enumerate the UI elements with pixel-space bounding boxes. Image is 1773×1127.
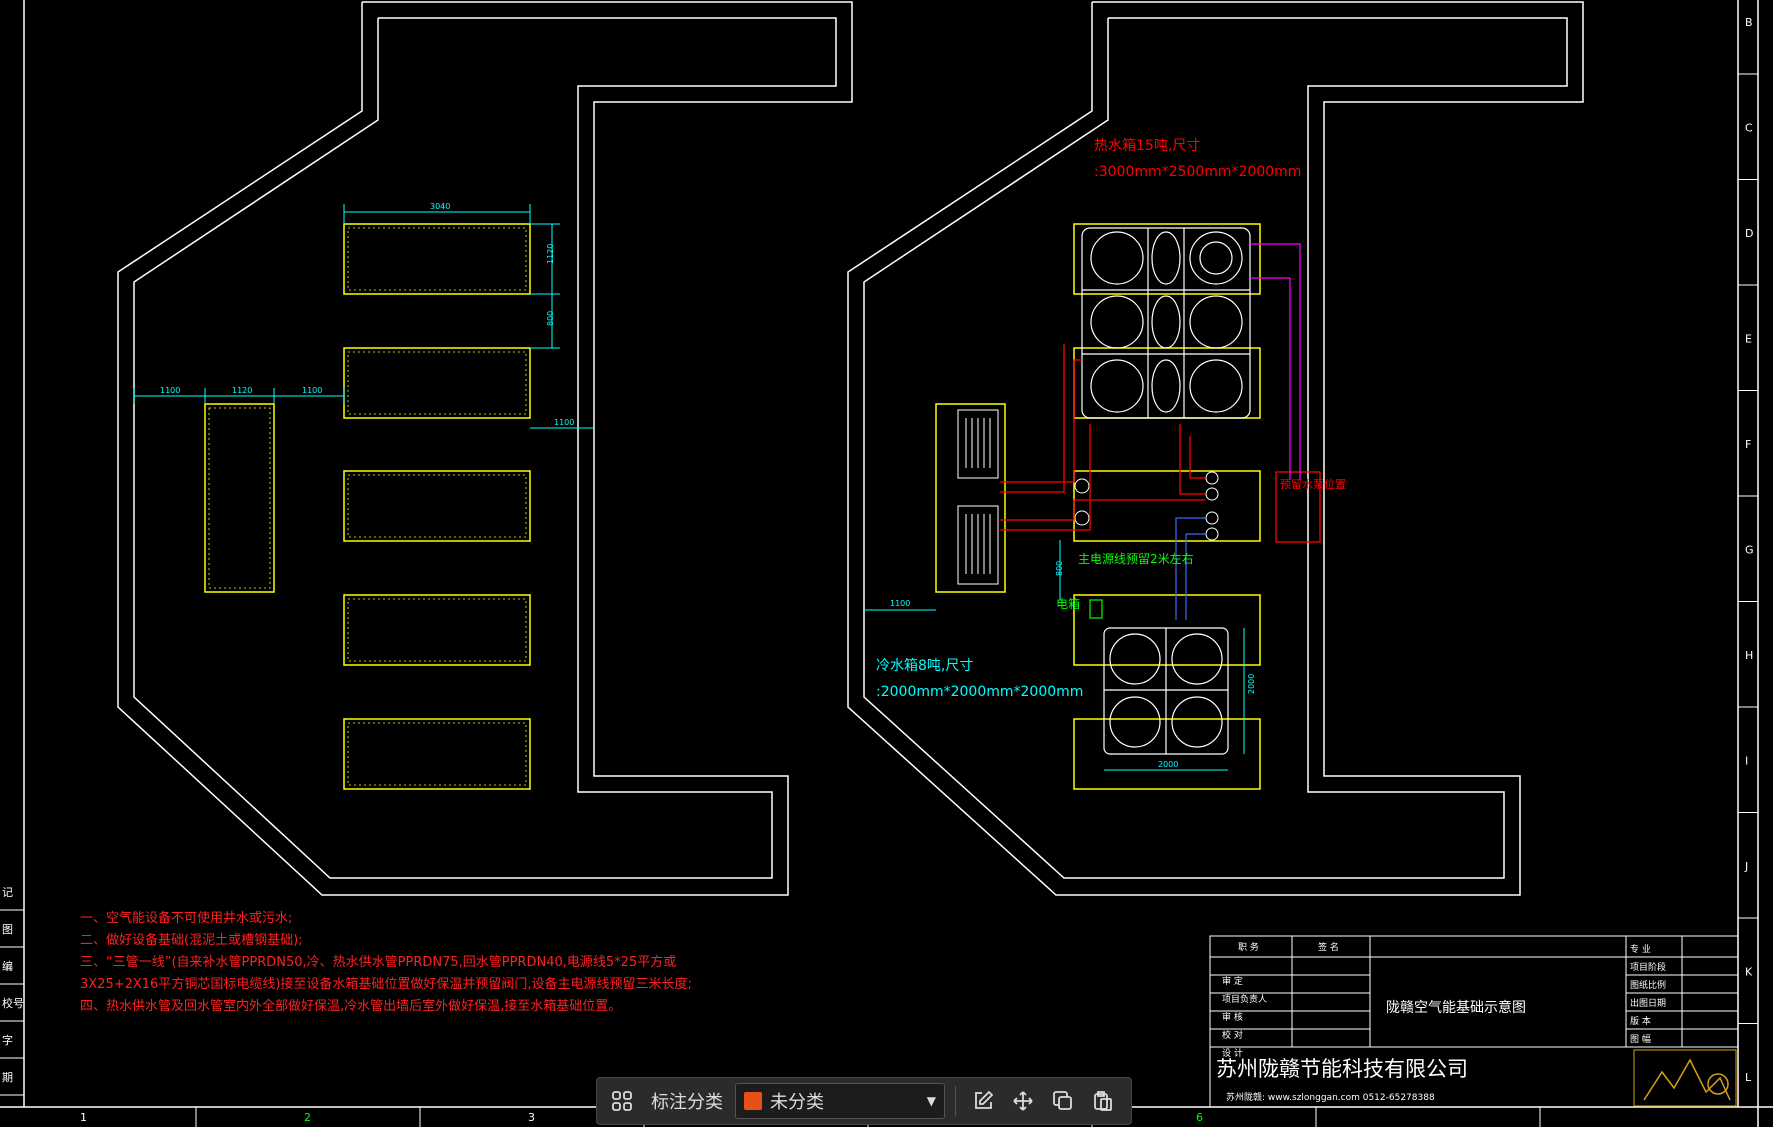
move-icon [1013, 1091, 1033, 1111]
border-number: 3 [528, 1111, 535, 1124]
pumps [1074, 471, 1219, 541]
cold-tank-title-1: 冷水箱8吨,尺寸 [876, 658, 973, 674]
title-block [1209, 935, 1739, 1108]
hot-tank-title-1: 热水箱15吨,尺寸 [1094, 138, 1200, 154]
dimensions-right [864, 540, 1245, 771]
pad-2 [343, 347, 531, 419]
cold-tank-dim-h: 2000 [1247, 674, 1256, 694]
pad-4 [343, 594, 531, 666]
note-line: 三、“三管一线”(自来补水管PPRDN50,冷、热水供水管PPRDN75,回水管… [80, 954, 676, 970]
edit-button[interactable] [966, 1084, 1000, 1118]
dim-right-gap: 1100 [302, 386, 322, 395]
border-left-label: 校号 [2, 996, 24, 1010]
border-number: 6 [1196, 1111, 1203, 1124]
vert-dim: 800 [1055, 561, 1064, 576]
note-line: 四、热水供水管及回水管室内外全部做好保温,冷水管出墙后室外做好保温,接至水箱基础… [80, 998, 621, 1014]
title-block-left-row: 审 核 [1222, 1011, 1243, 1023]
category-swatch [744, 1092, 762, 1110]
pad-6 [204, 403, 275, 593]
border-letter: D [1745, 227, 1753, 240]
dim-top-width: 3040 [430, 202, 450, 211]
toolbar-divider [955, 1086, 956, 1116]
classify-label: 标注分类 [651, 1092, 723, 1113]
pipes-blue [1175, 517, 1205, 620]
tb-head-b: 签 名 [1318, 941, 1339, 953]
electric-box [1089, 599, 1103, 619]
grid-icon [612, 1091, 632, 1111]
offset-dim: 1100 [890, 599, 910, 608]
dim-mid: 1120 [232, 386, 252, 395]
title-block-right-row: 版 本 [1630, 1015, 1651, 1027]
dimensions-left [133, 204, 594, 429]
dim-h2: 800 [546, 311, 555, 326]
title-block-right-row: 图 幅 [1630, 1033, 1651, 1045]
heat-pump-units [957, 409, 999, 585]
border-left-label: 期 [2, 1071, 13, 1084]
reserve-pump-label: 预留水泵位置 [1280, 477, 1346, 491]
dim-right: 1100 [554, 418, 574, 427]
building-outline-left [117, 1, 853, 896]
drawing-title: 陇赣空气能基础示意图 [1386, 999, 1526, 1016]
border-letter: I [1745, 755, 1748, 768]
border-letter: G [1745, 544, 1754, 557]
chevron-down-icon: ▼ [926, 1094, 936, 1108]
title-block-right-row: 出图日期 [1630, 997, 1666, 1009]
paste-button[interactable] [1086, 1084, 1120, 1118]
note-line: 一、空气能设备不可使用井水或污水; [80, 910, 292, 926]
company-contact: 苏州陇赣: www.szlonggan.com 0512-65278388 [1226, 1091, 1435, 1103]
tb-head-a: 职 务 [1238, 941, 1259, 953]
cad-drawing: B C D E F G H I J K L 1 2 3 6 记图编校号字期 3040 1100 1120 … [0, 0, 1773, 1127]
move-button[interactable] [1006, 1084, 1040, 1118]
hot-water-tank [1081, 227, 1251, 419]
pad-1 [343, 223, 531, 295]
title-block-left-row: 审 定 [1222, 975, 1243, 987]
annotation-toolbar: 标注分类 未分类 ▼ [596, 1077, 1132, 1125]
dim-h1: 1120 [546, 244, 555, 264]
cold-tank-title-2: :2000mm*2000mm*2000mm [876, 684, 1083, 700]
pipes-red [1000, 344, 1321, 543]
border-letter: L [1745, 1071, 1752, 1084]
border-letter: B [1745, 16, 1753, 29]
company-logo [1643, 1058, 1731, 1101]
border-number: 1 [80, 1111, 87, 1124]
border-left-label: 图 [2, 923, 13, 936]
border-left-label: 编 [2, 959, 13, 973]
category-value: 未分类 [770, 1092, 824, 1113]
category-select[interactable]: 未分类 ▼ [735, 1083, 945, 1119]
border-left-label: 字 [2, 1033, 13, 1047]
copy-button[interactable] [1046, 1084, 1080, 1118]
title-block-right-row: 专 业 [1630, 943, 1651, 955]
border-number: 2 [304, 1111, 311, 1124]
cold-tank-dim-w: 2000 [1158, 760, 1178, 769]
pad-5 [343, 718, 531, 790]
construction-notes: 一、空气能设备不可使用井水或污水; 二、做好设备基础(混泥土或槽钢基础); 三、“三… [80, 910, 692, 1014]
electric-box-label: 电箱 [1056, 596, 1080, 611]
pad-3 [343, 470, 531, 542]
equipment-pads-left [204, 223, 531, 790]
title-block-right-row: 图纸比例 [1630, 979, 1666, 991]
edit-icon [975, 1090, 994, 1109]
hot-tank-title-2: :3000mm*2500mm*2000mm [1094, 164, 1301, 180]
title-block-left-row: 项目负责人 [1222, 993, 1267, 1005]
pipes-magenta [1250, 243, 1301, 480]
cold-water-tank [1103, 627, 1229, 755]
border-letter: K [1745, 966, 1753, 979]
border-letter: J [1744, 860, 1748, 873]
power-reserve-label: 主电源线预留2米左右 [1078, 551, 1194, 566]
company-name: 苏州陇赣节能科技有限公司 [1216, 1057, 1468, 1081]
title-block-right-row: 项目阶段 [1630, 961, 1666, 973]
grid-menu-button[interactable] [605, 1084, 639, 1118]
note-line: 二、做好设备基础(混泥土或槽钢基础); [80, 932, 303, 948]
copy-icon [1053, 1091, 1072, 1110]
border-letter: C [1745, 122, 1753, 135]
title-block-left-row: 校 对 [1222, 1029, 1243, 1041]
note-line: 3X25+2X16平方铜芯国标电缆线)接至设备水箱基础位置做好保温并预留阀门,设… [80, 976, 692, 992]
dim-side-gap: 1100 [160, 386, 180, 395]
border-letter: E [1745, 333, 1752, 346]
border-left-label: 记 [2, 886, 13, 899]
paste-icon [1094, 1091, 1112, 1111]
border-letter: F [1745, 438, 1751, 451]
border-letter: H [1745, 649, 1753, 662]
